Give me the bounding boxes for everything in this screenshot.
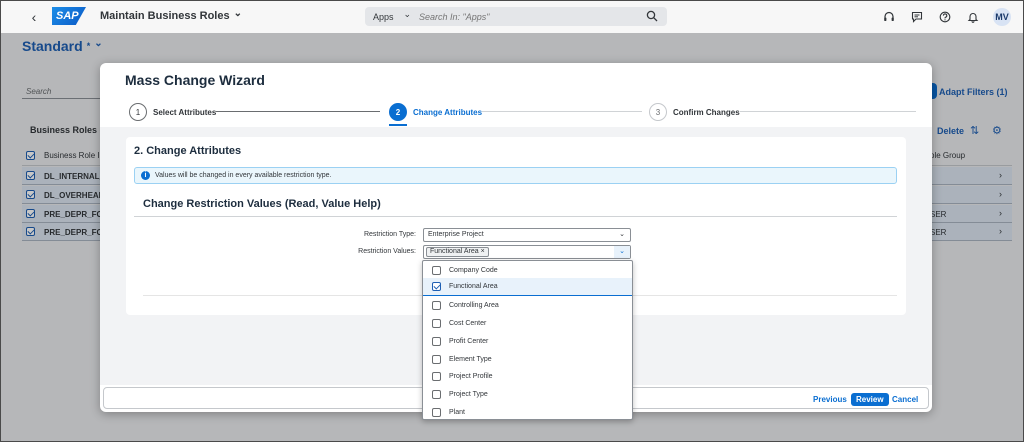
wizard-step-change-attributes[interactable]: 2 Change Attributes bbox=[389, 103, 482, 121]
dropdown-option-cost-center[interactable]: Cost Center bbox=[423, 314, 632, 332]
chevron-down-icon: ⌄ bbox=[403, 9, 412, 19]
info-message-text: Values will be changed in every availabl… bbox=[155, 172, 332, 179]
help-icon[interactable] bbox=[931, 6, 959, 28]
review-button[interactable]: Review bbox=[851, 393, 889, 406]
option-label: Element Type bbox=[449, 355, 492, 363]
restriction-type-value: Enterprise Project bbox=[428, 231, 484, 238]
option-label: Cost Center bbox=[449, 319, 487, 327]
search-icon[interactable] bbox=[646, 10, 658, 22]
option-label: Plant bbox=[449, 408, 465, 416]
wizard-step-confirm-changes[interactable]: 3 Confirm Changes bbox=[649, 103, 740, 121]
dropdown-option-company-code[interactable]: Company Code bbox=[423, 261, 632, 279]
notifications-icon[interactable] bbox=[959, 6, 987, 28]
previous-button[interactable]: Previous bbox=[813, 393, 847, 406]
option-checkbox[interactable] bbox=[432, 300, 441, 310]
app-frame: ‹ SAP Maintain Business Roles ⌄ Apps ⌄ S… bbox=[0, 0, 1024, 442]
dropdown-option-plant[interactable]: Plant bbox=[423, 403, 632, 421]
option-checkbox[interactable] bbox=[432, 354, 441, 364]
search-input[interactable] bbox=[419, 11, 639, 22]
dropdown-option-element-type[interactable]: Element Type bbox=[423, 350, 632, 368]
cancel-button[interactable]: Cancel bbox=[892, 393, 918, 406]
divider bbox=[134, 216, 897, 217]
option-label: Project Profile bbox=[449, 372, 493, 380]
step-connector bbox=[740, 111, 916, 112]
chevron-down-icon[interactable]: ⌄ bbox=[614, 229, 630, 241]
active-step-indicator bbox=[389, 124, 407, 126]
step-connector bbox=[216, 111, 380, 112]
feedback-icon[interactable] bbox=[903, 6, 931, 28]
option-label: Functional Area bbox=[449, 283, 498, 290]
info-message-strip: i Values will be changed in every availa… bbox=[134, 167, 897, 184]
shell-bar: ‹ SAP Maintain Business Roles ⌄ Apps ⌄ S… bbox=[1, 1, 1023, 33]
option-checkbox[interactable] bbox=[432, 336, 441, 346]
restriction-values-multicombo[interactable]: Functional Area × ⌄ bbox=[423, 245, 631, 259]
app-title-menu[interactable]: Maintain Business Roles ⌄ bbox=[100, 7, 242, 23]
step-label: Change Attributes bbox=[413, 107, 483, 117]
chevron-down-icon: ⌄ bbox=[233, 7, 242, 19]
headset-icon[interactable] bbox=[875, 6, 903, 28]
option-label: Project Type bbox=[449, 390, 488, 398]
option-checkbox[interactable] bbox=[432, 389, 441, 399]
step-connector bbox=[482, 111, 642, 112]
option-checkbox[interactable] bbox=[432, 265, 441, 275]
option-checkbox[interactable] bbox=[432, 407, 441, 417]
dialog-title: Mass Change Wizard bbox=[125, 72, 265, 88]
restriction-values-label: Restriction Values: bbox=[358, 248, 416, 255]
app-title-text: Maintain Business Roles bbox=[100, 10, 230, 22]
functional-area-token[interactable]: Functional Area × bbox=[426, 247, 489, 257]
dropdown-option-controlling-area[interactable]: Controlling Area bbox=[423, 296, 632, 314]
step-number: 3 bbox=[649, 103, 667, 121]
restriction-values-dropdown: Company Code Functional Area Controlling… bbox=[422, 260, 633, 420]
subsection-title: Change Restriction Values (Read, Value H… bbox=[143, 198, 381, 210]
option-checkbox[interactable] bbox=[432, 371, 441, 381]
dropdown-option-profit-center[interactable]: Profit Center bbox=[423, 332, 632, 350]
shell-actions: MV bbox=[875, 6, 1011, 28]
step-number: 1 bbox=[129, 103, 147, 121]
step-label: Select Attributes bbox=[153, 107, 217, 117]
option-label: Company Code bbox=[449, 266, 498, 274]
chevron-down-icon[interactable]: ⌄ bbox=[614, 246, 630, 258]
section-title: 2. Change Attributes bbox=[134, 145, 242, 157]
sap-logo[interactable]: SAP bbox=[52, 7, 86, 25]
search-scope-select[interactable]: Apps ⌄ bbox=[365, 9, 415, 22]
search-scope-label: Apps bbox=[373, 11, 394, 22]
restriction-type-select[interactable]: Enterprise Project ⌄ bbox=[423, 228, 631, 242]
info-icon: i bbox=[141, 171, 150, 180]
option-label: Controlling Area bbox=[449, 301, 499, 309]
user-avatar[interactable]: MV bbox=[993, 8, 1011, 26]
restriction-type-label: Restriction Type: bbox=[363, 231, 416, 238]
dropdown-option-functional-area[interactable]: Functional Area bbox=[423, 278, 632, 296]
step-number: 2 bbox=[389, 103, 407, 121]
option-checkbox[interactable] bbox=[432, 318, 441, 328]
option-label: Profit Center bbox=[449, 337, 489, 345]
wizard-step-select-attributes[interactable]: 1 Select Attributes bbox=[129, 103, 216, 121]
back-button[interactable]: ‹ bbox=[27, 9, 41, 25]
global-search: Apps ⌄ bbox=[365, 7, 667, 26]
dropdown-option-project-type[interactable]: Project Type bbox=[423, 385, 632, 403]
option-checkbox[interactable] bbox=[432, 282, 441, 291]
step-label: Confirm Changes bbox=[673, 107, 740, 117]
dropdown-option-project-profile[interactable]: Project Profile bbox=[423, 367, 632, 385]
wizard-progress-bar: 1 Select Attributes 2 Change Attributes … bbox=[100, 99, 932, 127]
